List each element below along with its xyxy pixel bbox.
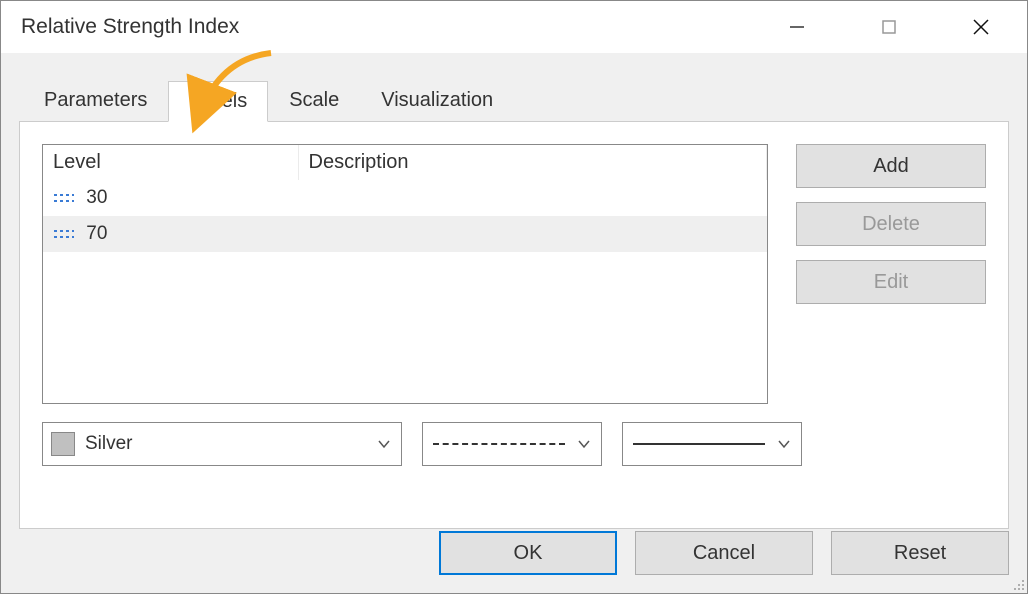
close-icon [972, 18, 990, 36]
col-header-level[interactable]: Level [43, 145, 298, 180]
color-combo[interactable]: Silver [42, 422, 402, 466]
ok-button[interactable]: OK [439, 531, 617, 575]
add-button[interactable]: Add [796, 144, 986, 188]
reset-button[interactable]: Reset [831, 531, 1009, 575]
delete-button[interactable]: Delete [796, 202, 986, 246]
edit-button[interactable]: Edit [796, 260, 986, 304]
dialog-footer: OK Cancel Reset [19, 529, 1009, 575]
dialog-body: Parameters Levels Scale Visualization Le… [1, 53, 1027, 593]
cell-description [298, 180, 767, 216]
tab-levels[interactable]: Levels [168, 81, 268, 122]
color-swatch [51, 432, 75, 456]
levels-table[interactable]: Level Description 30 [42, 144, 768, 404]
dash-preview-icon [433, 443, 565, 445]
tab-parameters[interactable]: Parameters [23, 80, 168, 121]
dialog-window: Relative Strength Index Parameters [0, 0, 1028, 594]
maximize-icon [881, 19, 897, 35]
col-header-description[interactable]: Description [298, 145, 767, 180]
minimize-button[interactable] [751, 1, 843, 53]
resize-grip-icon[interactable] [1010, 576, 1026, 592]
line-preview-icon [633, 443, 765, 445]
line-style-combo[interactable] [422, 422, 602, 466]
window-controls [751, 1, 1027, 53]
table-row[interactable]: 30 [43, 180, 767, 216]
cell-level: 70 [86, 223, 107, 244]
tab-scale[interactable]: Scale [268, 80, 360, 121]
titlebar: Relative Strength Index [1, 1, 1027, 53]
maximize-button[interactable] [843, 1, 935, 53]
color-name: Silver [85, 433, 133, 455]
tab-bar: Parameters Levels Scale Visualization [23, 80, 1009, 121]
chevron-down-icon [377, 433, 391, 455]
cell-level: 30 [86, 187, 107, 208]
dialog-title: Relative Strength Index [21, 15, 239, 39]
tab-visualization[interactable]: Visualization [360, 80, 514, 121]
close-button[interactable] [935, 1, 1027, 53]
table-row[interactable]: 70 [43, 216, 767, 252]
style-row: Silver [42, 422, 986, 466]
chevron-down-icon [577, 433, 591, 455]
level-line-icon [53, 223, 75, 245]
tab-panel-levels: Level Description 30 [19, 121, 1009, 529]
side-buttons: Add Delete Edit [796, 144, 986, 404]
cancel-button[interactable]: Cancel [635, 531, 813, 575]
panel-top: Level Description 30 [42, 144, 986, 404]
minimize-icon [788, 18, 806, 36]
cell-description [298, 216, 767, 252]
level-line-icon [53, 187, 75, 209]
chevron-down-icon [777, 433, 791, 455]
line-width-combo[interactable] [622, 422, 802, 466]
